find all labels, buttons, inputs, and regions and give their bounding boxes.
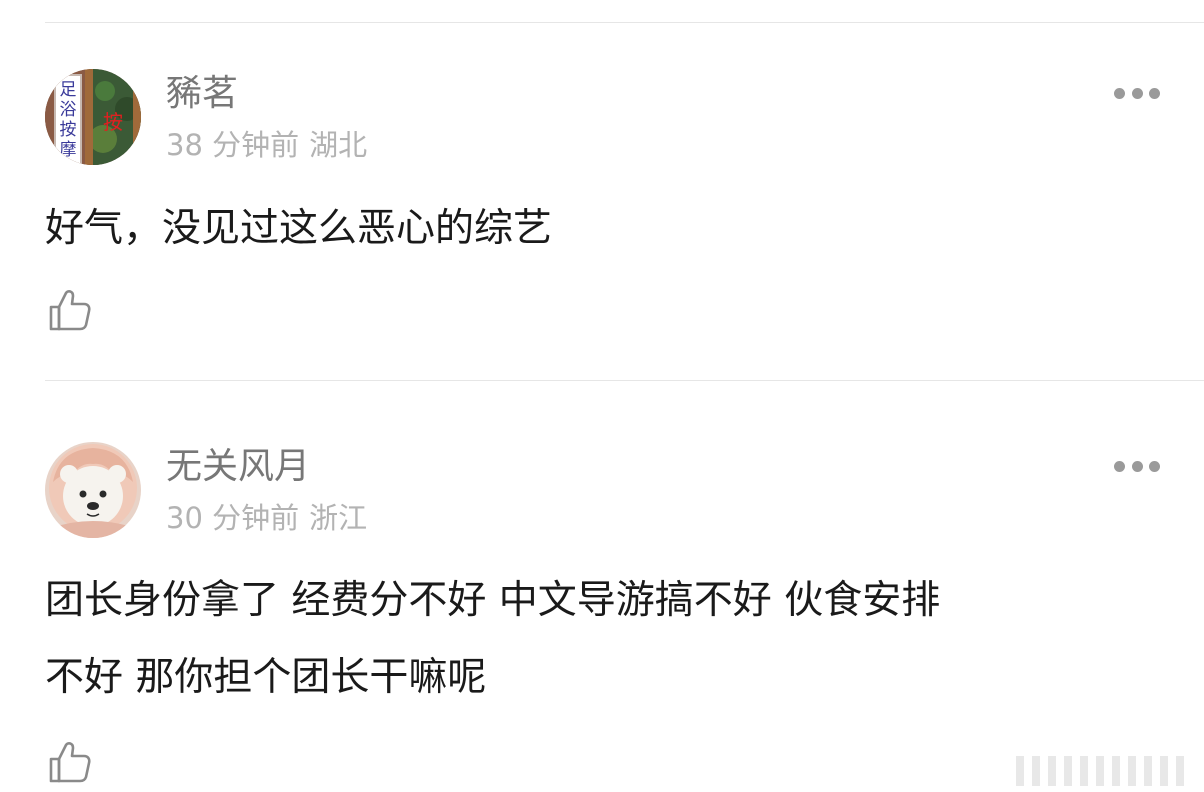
more-dot [1131, 87, 1143, 99]
username[interactable]: 豨茗 [166, 76, 238, 112]
thumbs-up-icon [49, 290, 91, 331]
thumbs-up-icon [49, 742, 91, 783]
avatar-image: 足 浴 按 摩 按 [45, 69, 141, 165]
more-dot [1114, 87, 1125, 99]
avatar-text-2: 浴 [60, 100, 77, 120]
comment-time: 38 分钟前 [166, 128, 300, 162]
top-divider [45, 22, 1204, 23]
avatar-text-1: 足 [60, 80, 77, 100]
watermark-icon [1016, 756, 1184, 786]
comment-divider [45, 380, 1204, 381]
avatar-text-4: 摩 [60, 140, 77, 160]
like-button[interactable] [48, 740, 92, 784]
more-dot [1114, 460, 1125, 472]
avatar-text-3: 按 [60, 120, 77, 140]
comment-location: 湖北 [309, 128, 368, 162]
more-options-button[interactable] [1114, 459, 1160, 473]
more-options-button[interactable] [1114, 86, 1160, 100]
more-dot [1149, 87, 1160, 99]
more-dot [1131, 460, 1143, 472]
user-avatar[interactable]: 足 浴 按 摩 按 [45, 69, 141, 165]
more-dot [1149, 460, 1160, 472]
comment-time: 30 分钟前 [166, 501, 300, 535]
comment-meta: 38 分钟前 湖北 [166, 131, 367, 160]
comment-meta: 30 分钟前 浙江 [166, 504, 367, 533]
teddy-bear-icon [45, 442, 141, 538]
comment-content: 团长身份拿了 经费分不好 中文导游搞不好 伙食安排 不好 那你担个团长干嘛呢 [45, 578, 941, 700]
comment-location: 浙江 [309, 501, 368, 535]
username[interactable]: 无关风月 [166, 449, 310, 485]
comment-content: 好气，没见过这么恶心的综艺 [45, 206, 553, 251]
like-button[interactable] [48, 288, 92, 332]
user-avatar[interactable] [45, 442, 141, 538]
avatar-sign-text: 按 [103, 110, 123, 134]
